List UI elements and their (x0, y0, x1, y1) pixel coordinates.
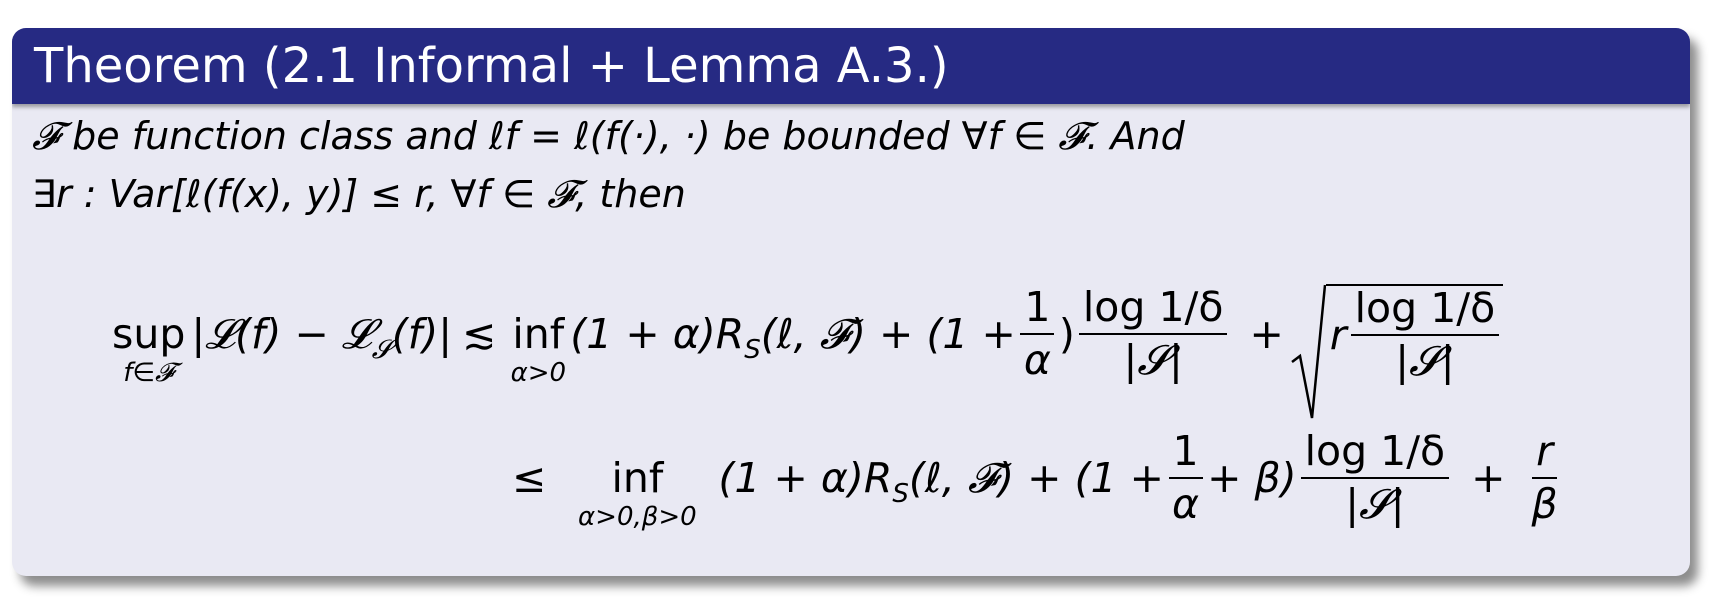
square-root: r log 1/δ |𝓢| (1290, 283, 1504, 419)
plus-beta: + β) (1207, 454, 1297, 502)
inf-operator-2: inf α>0,β>0 (578, 453, 697, 532)
fraction-one-over-alpha: 1 α (1020, 284, 1055, 383)
statement-line-2: ∃r : Var[ℓ(f(x), y)] ≤ r, ∀f ∈ 𝓕, then (32, 172, 686, 216)
inf-operator: inf α>0 (510, 309, 567, 388)
equation-row-1: sup f∈𝓕 |𝓛(f) − 𝓛𝓢(f)| ≲ inf α>0 (1 + α)… (106, 274, 1504, 419)
radical-sign (1290, 284, 1326, 419)
theorem-title: Theorem (2.1 Informal + Lemma A.3.) (12, 28, 1690, 104)
plus-sign-2: + (1471, 454, 1506, 502)
relation-lesssim: ≲ (462, 310, 497, 358)
plus-sign: + (1249, 310, 1284, 358)
relation-leq: ≤ (512, 454, 547, 502)
sup-operator: sup f∈𝓕 (112, 309, 186, 388)
fraction-log-delta-sqrt: log 1/δ |𝓢| (1350, 285, 1500, 384)
term-rademacher: (1 + α)RS(ℓ, 𝓕) + (1 + (570, 309, 1016, 365)
theorem-block: Theorem (2.1 Informal + Lemma A.3.) 𝓕 be… (12, 28, 1690, 576)
equation-row-2: ≤ inf α>0,β>0 (1 + α)RS(ℓ, 𝓕) + (1 + 1 α… (512, 418, 1566, 538)
fraction-log-delta-2: log 1/δ |𝓢| (1300, 428, 1450, 527)
theorem-body: 𝓕 be function class and ℓf = ℓ(f(·), ·) … (12, 104, 1690, 576)
close-paren: ) (1058, 310, 1075, 358)
lhs-expression: |𝓛(f) − 𝓛𝓢(f)| (191, 309, 453, 365)
fraction-log-delta: log 1/δ |𝓢| (1078, 284, 1228, 383)
term-rademacher-2: (1 + α)RS(ℓ, 𝓕) + (1 + (718, 453, 1165, 509)
fraction-one-over-alpha-2: 1 α (1168, 428, 1203, 527)
fraction-r-over-beta: r β (1531, 426, 1558, 528)
statement-line-1: 𝓕 be function class and ℓf = ℓ(f(·), ·) … (32, 114, 1185, 158)
